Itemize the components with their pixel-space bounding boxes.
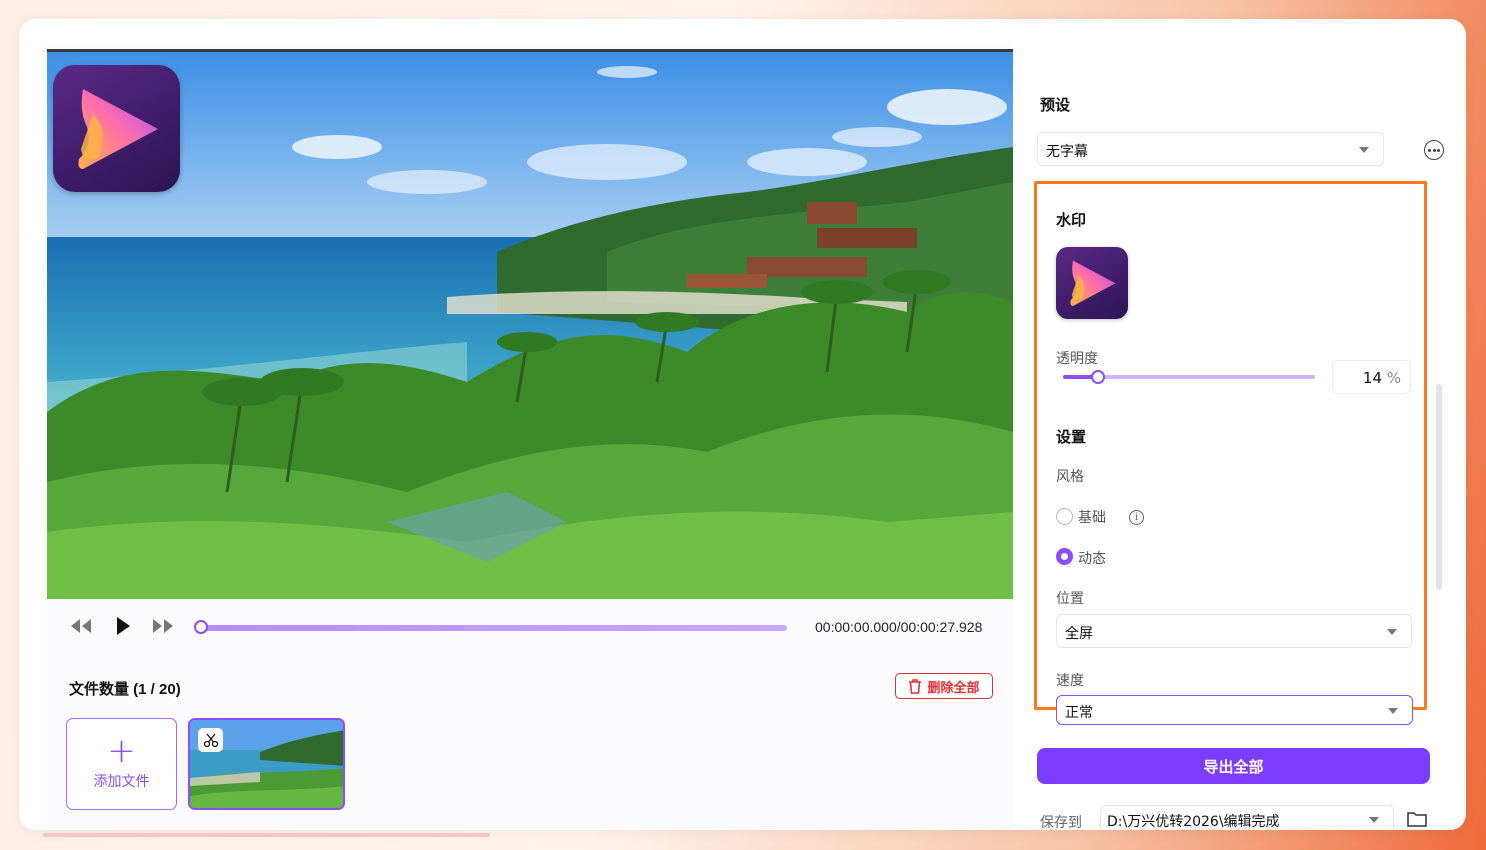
save-to-label: 保存到 — [1040, 815, 1082, 830]
panel-scrollbar[interactable] — [1436, 384, 1442, 590]
style-label: 风格 — [1056, 469, 1084, 485]
style-basic-label[interactable]: 基础 — [1078, 507, 1106, 527]
file-count-label: 文件数量 (1 / 20) — [69, 681, 181, 698]
open-folder-button[interactable] — [1407, 811, 1427, 830]
folder-icon — [1407, 812, 1427, 827]
opacity-slider-handle[interactable] — [1091, 370, 1105, 384]
play-icon — [117, 617, 130, 635]
add-file-button[interactable]: + 添加文件 — [66, 718, 177, 810]
export-all-button[interactable]: 导出全部 — [1037, 748, 1430, 784]
preset-title: 预设 — [1040, 96, 1071, 114]
timeline-handle[interactable] — [194, 620, 208, 634]
opacity-slider[interactable] — [1063, 370, 1315, 384]
preset-select[interactable]: 无字幕 — [1037, 132, 1384, 166]
play-logo-icon — [78, 89, 158, 169]
opacity-label: 透明度 — [1056, 351, 1098, 367]
opacity-unit: % — [1386, 369, 1401, 387]
delete-all-button[interactable]: 删除全部 — [895, 673, 993, 699]
trim-button[interactable] — [198, 728, 223, 752]
save-path-value: D:\万兴优转2026\编辑完成 — [1107, 814, 1280, 830]
settings-title: 设置 — [1056, 428, 1087, 446]
watermark-image[interactable] — [1056, 247, 1128, 319]
scissors-icon — [203, 733, 218, 748]
play-logo-icon — [1070, 260, 1116, 306]
chevron-down-icon — [1387, 629, 1397, 635]
trash-icon — [909, 678, 922, 694]
fast-forward-button[interactable] — [151, 617, 175, 639]
settings-panel: 预设 无字幕 水印 透明度 14 % 设置 风格 基础 i 动态 位置 全屏 速… — [1019, 41, 1466, 830]
preset-value: 无字幕 — [1046, 144, 1088, 160]
style-dynamic-label[interactable]: 动态 — [1078, 548, 1106, 568]
more-options-button[interactable] — [1424, 140, 1444, 160]
speed-select[interactable]: 正常 — [1056, 695, 1413, 725]
video-preview[interactable] — [47, 49, 1013, 602]
plus-icon: + — [107, 731, 136, 771]
rewind-icon — [71, 619, 91, 633]
file-thumbnail[interactable] — [188, 718, 345, 810]
style-dynamic-radio[interactable] — [1056, 548, 1073, 565]
chevron-down-icon — [1388, 708, 1398, 714]
position-select[interactable]: 全屏 — [1056, 614, 1412, 648]
chevron-down-icon — [1359, 147, 1369, 153]
style-basic-radio[interactable] — [1056, 508, 1073, 525]
opacity-input[interactable]: 14 % — [1332, 360, 1411, 394]
position-value: 全屏 — [1065, 626, 1093, 642]
chevron-down-icon — [1369, 817, 1379, 823]
speed-label: 速度 — [1056, 673, 1084, 689]
preview-area: 00:00:00.000/00:00:27.928 文件数量 (1 / 20) … — [47, 43, 1013, 830]
watermark-title: 水印 — [1056, 211, 1087, 229]
position-label: 位置 — [1056, 591, 1084, 607]
info-icon[interactable]: i — [1129, 510, 1144, 525]
add-file-label: 添加文件 — [93, 774, 150, 790]
beach-scene-image — [47, 52, 1013, 602]
opacity-value: 14 — [1362, 369, 1382, 387]
save-path-select[interactable]: D:\万兴优转2026\编辑完成 — [1100, 805, 1394, 830]
timecode: 00:00:00.000/00:00:27.928 — [815, 619, 983, 635]
app-window: 00:00:00.000/00:00:27.928 文件数量 (1 / 20) … — [19, 19, 1466, 830]
delete-all-label: 删除全部 — [927, 679, 980, 695]
player-controls: 00:00:00.000/00:00:27.928 — [47, 599, 1013, 657]
timeline-slider[interactable] — [194, 620, 787, 634]
fast-forward-icon — [153, 619, 173, 633]
rewind-button[interactable] — [69, 617, 93, 639]
play-button[interactable] — [114, 616, 132, 640]
window-bottom-bar — [43, 833, 490, 837]
speed-value: 正常 — [1065, 705, 1093, 721]
app-logo — [53, 65, 180, 192]
